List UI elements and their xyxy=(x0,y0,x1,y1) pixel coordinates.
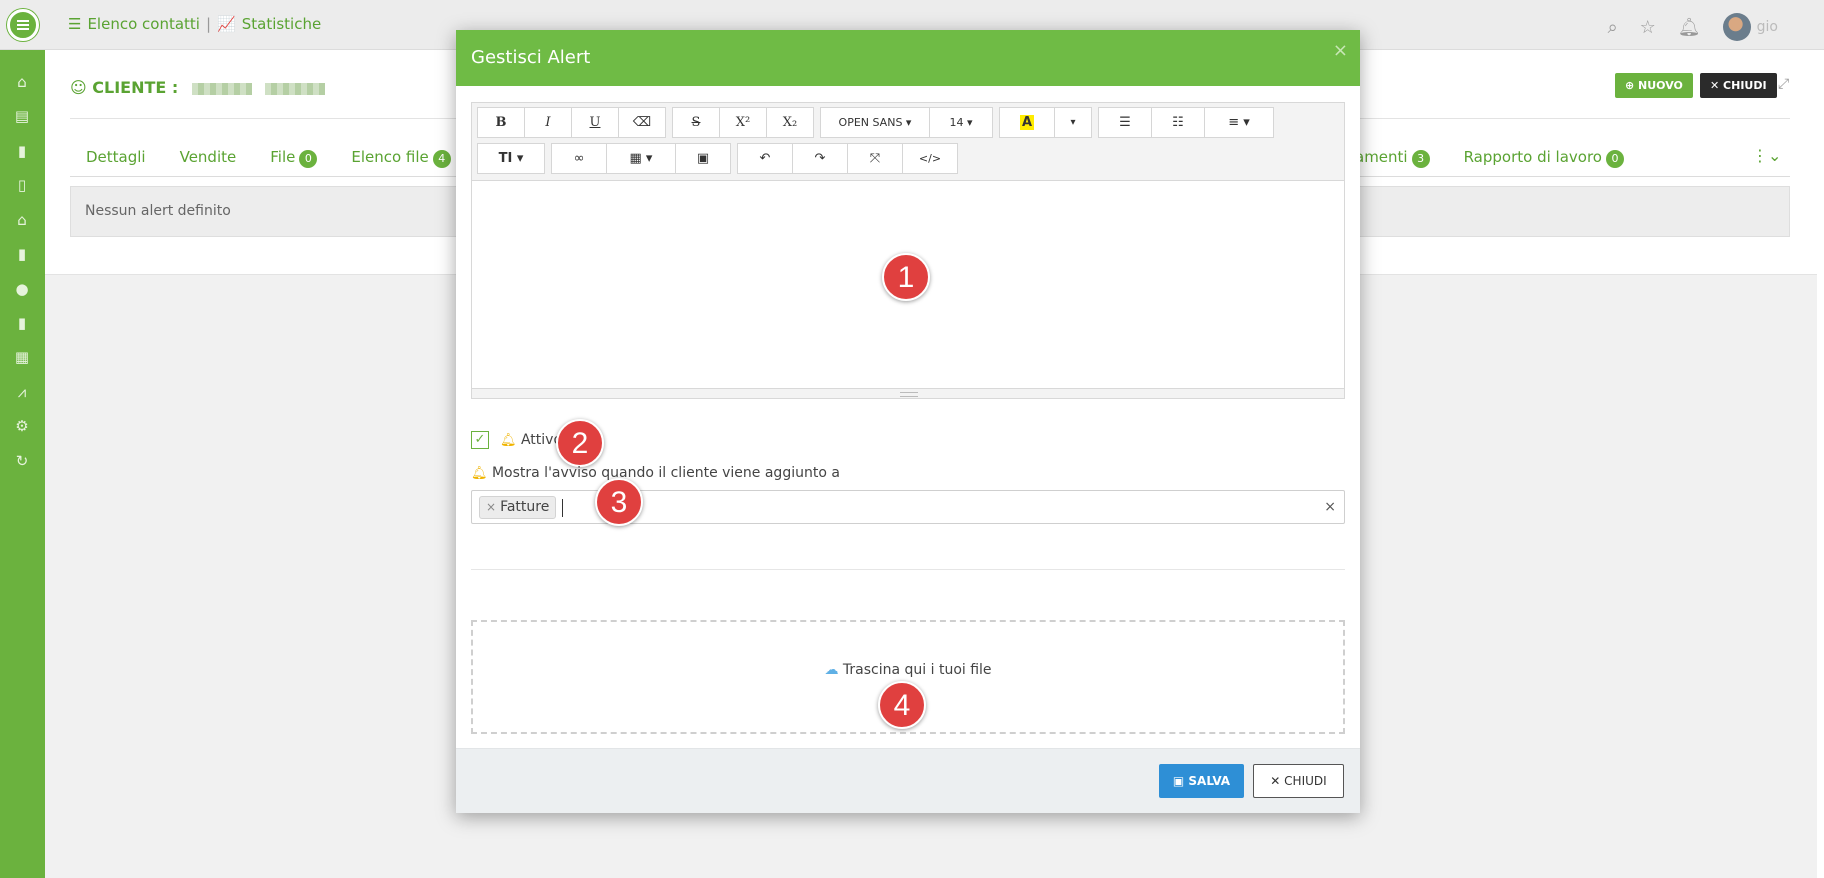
font-family-dropdown[interactable]: OPEN SANS ▾ xyxy=(820,107,930,138)
tab-vendite[interactable]: Vendite xyxy=(180,148,237,168)
avatar[interactable] xyxy=(1722,13,1751,41)
chart-icon: 📈 xyxy=(217,15,236,33)
search-icon[interactable]: ⌕ xyxy=(1608,17,1618,38)
annotation-marker-4: 4 xyxy=(878,681,926,729)
link-button[interactable]: ∞ xyxy=(551,143,607,174)
modal-title: Gestisci Alert xyxy=(471,47,591,68)
user-icon[interactable]: ● xyxy=(13,280,31,298)
sidebar: ⌂ ▤ ▮ ▯ ⌂ ▮ ● ▮ ▦ ⩘ ⚙ ↻ xyxy=(0,50,45,878)
clipboard-icon[interactable]: ▮ xyxy=(13,314,31,332)
section-divider xyxy=(471,569,1345,570)
top-right-tools: ⌕ ☆ 🔔︎ gio xyxy=(1608,13,1778,41)
color-dropdown-button[interactable]: ▾ xyxy=(1054,107,1092,138)
editor-resize-handle[interactable] xyxy=(472,388,1344,398)
active-checkbox[interactable]: ✓ xyxy=(471,431,489,449)
nav-separator: | xyxy=(205,15,212,33)
blurred-client-surname xyxy=(265,82,326,95)
alert-modal: Gestisci Alert × B I U ⌫ S X² X₂ OPEN SA… xyxy=(456,30,1360,813)
tab-dettagli[interactable]: Dettagli xyxy=(86,148,146,168)
superscript-button[interactable]: X² xyxy=(719,107,767,138)
close-icon[interactable]: × xyxy=(1333,40,1348,61)
strikethrough-button[interactable]: S xyxy=(672,107,720,138)
top-nav: ☰ Elenco contatti | 📈 Statistiche xyxy=(68,15,321,33)
code-view-button[interactable]: </> xyxy=(902,143,958,174)
user-name[interactable]: gio xyxy=(1757,19,1778,35)
dropzone-text: ☁ Trascina qui i tuoi file xyxy=(824,662,992,678)
list-icon: ☰ xyxy=(68,15,82,33)
stats-icon[interactable]: ⩘ xyxy=(13,383,31,401)
report-icon[interactable]: ▮ xyxy=(13,245,31,263)
annotation-marker-1: 1 xyxy=(882,253,930,301)
home-icon[interactable]: ⌂ xyxy=(13,73,31,91)
rapporto-count-badge: 0 xyxy=(1605,150,1624,168)
new-button[interactable]: ⊕ NUOVO xyxy=(1615,73,1693,98)
pagamenti-count-badge: 3 xyxy=(1411,150,1430,168)
show-when-label: 🔔︎ Mostra l'avviso quando il cliente vie… xyxy=(471,465,840,481)
contacts-icon[interactable]: ▤ xyxy=(13,107,31,125)
modal-header: Gestisci Alert × xyxy=(456,30,1360,86)
bold-button[interactable]: B xyxy=(477,107,525,138)
refresh-icon[interactable]: ↻ xyxy=(13,452,31,470)
clear-selection-icon[interactable]: × xyxy=(1324,499,1336,515)
star-icon[interactable]: ☆ xyxy=(1640,17,1656,38)
annotation-marker-2: 2 xyxy=(556,419,604,467)
document-icon[interactable]: ▯ xyxy=(13,176,31,194)
expand-icon[interactable]: ⤢ xyxy=(1778,76,1789,92)
settings-icon[interactable]: ⚙ xyxy=(13,417,31,435)
text-caret xyxy=(562,499,563,517)
document-upload-icon[interactable]: ▮ xyxy=(13,142,31,160)
tab-bar-right: amenti 3 Rapporto di lavoro 0 xyxy=(1355,148,1624,168)
client-title: ☺ CLIENTE : xyxy=(70,78,326,97)
tab-elenco-file[interactable]: Elenco file 4 xyxy=(351,148,451,168)
file-count-badge: 0 xyxy=(299,150,318,168)
rich-text-editor: B I U ⌫ S X² X₂ OPEN SANS ▾ 14 ▾ A ▾ ☰ ☷… xyxy=(471,102,1345,399)
redo-button[interactable]: ↷ xyxy=(792,143,848,174)
table-dropdown[interactable]: ▦ ▾ xyxy=(606,143,676,174)
modal-footer: ▣ SALVA ✕ CHIUDI xyxy=(456,748,1360,813)
menu-logo-icon[interactable] xyxy=(7,9,39,41)
italic-button[interactable]: I xyxy=(524,107,572,138)
more-tabs-icon[interactable]: ⋮⌄ xyxy=(1752,146,1781,165)
annotation-marker-3: 3 xyxy=(595,478,643,526)
user-outline-icon: ☺ xyxy=(70,78,87,97)
close-modal-button[interactable]: ✕ CHIUDI xyxy=(1253,764,1344,798)
nav-contacts-link[interactable]: Elenco contatti xyxy=(87,15,200,33)
grid-icon[interactable]: ▦ xyxy=(13,348,31,366)
client-label: CLIENTE : xyxy=(92,78,179,97)
elenco-file-count-badge: 4 xyxy=(432,150,451,168)
bell-icon: 🔔︎ xyxy=(471,466,488,481)
eraser-button[interactable]: ⌫ xyxy=(618,107,666,138)
bell-icon[interactable]: 🔔︎ xyxy=(1678,17,1701,38)
tab-rapporto-di-lavoro[interactable]: Rapporto di lavoro 0 xyxy=(1464,148,1624,168)
tab-pagamenti[interactable]: amenti 3 xyxy=(1355,148,1430,168)
blurred-client-name xyxy=(191,82,252,95)
font-size-dropdown[interactable]: 14 ▾ xyxy=(929,107,993,138)
close-page-button[interactable]: ✕ CHIUDI xyxy=(1700,73,1777,98)
tab-file[interactable]: File 0 xyxy=(270,148,318,168)
remove-tag-icon[interactable]: × xyxy=(486,500,496,514)
warehouse-icon[interactable]: ⌂ xyxy=(13,211,31,229)
text-style-dropdown[interactable]: TI ▾ xyxy=(477,143,545,174)
bell-icon: 🔔︎ xyxy=(500,433,517,448)
text-color-button[interactable]: A xyxy=(999,107,1055,138)
numbered-list-button[interactable]: ☷ xyxy=(1151,107,1205,138)
nav-stats-link[interactable]: Statistiche xyxy=(242,15,322,33)
active-label: 🔔︎ Attivo xyxy=(500,432,563,448)
save-button[interactable]: ▣ SALVA xyxy=(1159,764,1244,798)
tab-bar: Dettagli Vendite File 0 Elenco file 4 xyxy=(86,148,451,168)
no-alert-text: Nessun alert definito xyxy=(85,203,231,219)
cloud-upload-icon: ☁ xyxy=(824,662,839,678)
bullet-list-button[interactable]: ☰ xyxy=(1098,107,1152,138)
subscript-button[interactable]: X₂ xyxy=(766,107,814,138)
editor-toolbar: B I U ⌫ S X² X₂ OPEN SANS ▾ 14 ▾ A ▾ ☰ ☷… xyxy=(472,103,1344,181)
undo-button[interactable]: ↶ xyxy=(737,143,793,174)
underline-button[interactable]: U xyxy=(571,107,619,138)
selected-tag: × Fatture xyxy=(479,496,557,519)
fullscreen-button[interactable]: ⤧ xyxy=(847,143,903,174)
paragraph-align-dropdown[interactable]: ≡ ▾ xyxy=(1204,107,1274,138)
image-button[interactable]: ▣ xyxy=(675,143,731,174)
